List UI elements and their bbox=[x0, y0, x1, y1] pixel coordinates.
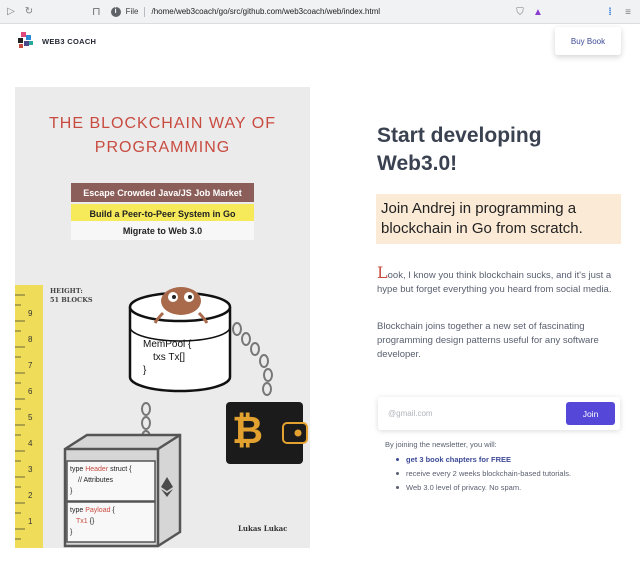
payload-struct-code: type Payload { Tx1 {} } bbox=[70, 505, 115, 538]
hero-title-line2: Web3.0! bbox=[377, 152, 458, 175]
site-info-icon[interactable]: i bbox=[110, 6, 121, 17]
mempool-line1: MemPool { bbox=[143, 339, 192, 350]
bitcoin-icon: ₿ bbox=[232, 410, 263, 452]
code-keyword: type bbox=[70, 466, 86, 473]
header-code-line1: type Header struct { bbox=[70, 464, 132, 475]
file-label: File bbox=[125, 7, 139, 16]
bookmark-icon[interactable]: ⊓ bbox=[92, 5, 101, 18]
hero-title-line1: Start developing bbox=[377, 124, 542, 147]
payload-code-line2: Tx1 {} bbox=[70, 516, 115, 527]
benefit-item: Web 3.0 level of privacy. No spam. bbox=[394, 482, 619, 494]
hero-highlight: Join Andrej in programming a blockchain … bbox=[376, 194, 621, 244]
benefits-intro: By joining the newsletter, you will: bbox=[385, 440, 497, 449]
newsletter-form: Join bbox=[378, 397, 620, 430]
header-struct-code: type Header struct { // Attributes } bbox=[70, 464, 132, 497]
payload-code-line1: type Payload { bbox=[70, 505, 115, 516]
code-keyword: struct { bbox=[108, 466, 132, 473]
reload-icon[interactable]: ↻ bbox=[22, 5, 36, 19]
cover-illustration bbox=[63, 287, 308, 548]
drop-cap: L bbox=[377, 263, 388, 282]
shield-icon[interactable]: ⛉ bbox=[514, 6, 526, 18]
payload-code-line3: } bbox=[70, 529, 73, 536]
brand-logo-icon bbox=[16, 32, 34, 50]
intro-paragraph-text: ook, I know you think blockchain sucks, … bbox=[377, 270, 612, 295]
forward-icon[interactable]: ▷ bbox=[4, 5, 18, 19]
mempool-line2: txs Tx[] bbox=[153, 352, 186, 363]
benefits-list: get 3 book chapters for FREE receive eve… bbox=[394, 454, 619, 496]
code-keyword: { bbox=[110, 507, 115, 514]
mempool-label: MemPool { txs Tx[] } bbox=[143, 338, 191, 377]
join-button[interactable]: Join bbox=[566, 402, 615, 425]
code-type-name: Header bbox=[85, 466, 109, 473]
extension-icon[interactable]: ⁞ bbox=[604, 6, 616, 18]
code-tx-name: Tx1 bbox=[76, 518, 88, 525]
browser-toolbar: ▷ ↻ ⊓ i File /home/web3coach/go/src/gith… bbox=[0, 0, 640, 24]
buy-book-button[interactable]: Buy Book bbox=[555, 27, 621, 55]
code-type-name: Payload bbox=[85, 507, 111, 514]
header-code-line3: } bbox=[70, 488, 73, 495]
intro-paragraph: Look, I know you think blockchain sucks,… bbox=[377, 263, 625, 297]
address-bar[interactable]: /home/web3coach/go/src/github.com/web3co… bbox=[151, 7, 380, 16]
menu-icon[interactable]: ≡ bbox=[622, 6, 634, 18]
patterns-paragraph: Blockchain joins together a new set of f… bbox=[377, 321, 599, 360]
mempool-line3: } bbox=[143, 365, 147, 376]
hero-title: Start developing Web3.0! bbox=[377, 122, 617, 178]
header-code-line2: // Attributes bbox=[78, 477, 114, 484]
brand-name: WEB3 COACH bbox=[42, 36, 97, 46]
brand[interactable]: WEB3 COACH bbox=[16, 32, 96, 50]
benefit-item: receive every 2 weeks blockchain-based t… bbox=[394, 468, 619, 480]
code-braces: {} bbox=[87, 518, 95, 525]
benefit-item: get 3 book chapters for FREE bbox=[394, 454, 619, 466]
email-input[interactable] bbox=[388, 405, 548, 422]
book-cover: THE BLOCKCHAIN WAY OF PROGRAMMING Escape… bbox=[15, 87, 310, 548]
code-keyword: type bbox=[70, 507, 86, 514]
address-divider bbox=[144, 6, 146, 17]
triangle-extension-icon[interactable]: ▲ bbox=[532, 6, 544, 18]
cover-author: Lukas Lukac bbox=[238, 524, 288, 533]
